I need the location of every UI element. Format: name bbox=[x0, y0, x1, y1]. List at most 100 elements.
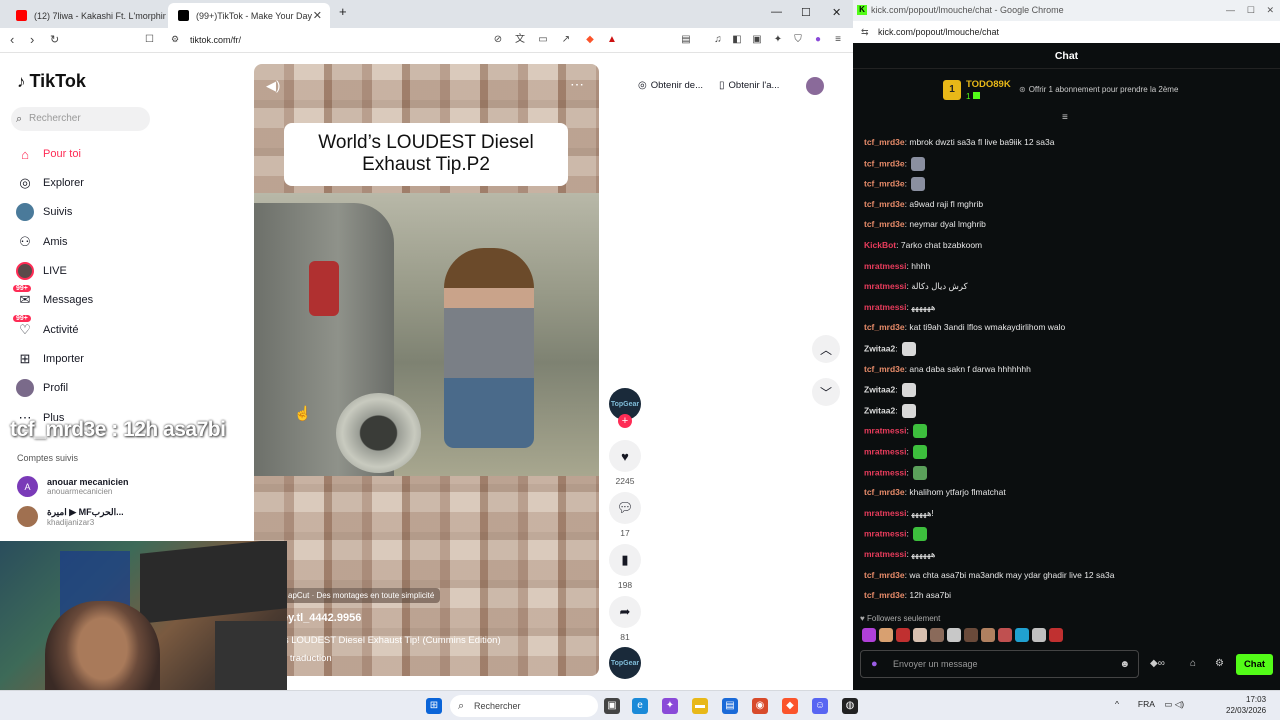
video-player[interactable]: ◀) ⋯ World’s LOUDEST Diesel Exhaust Tip.… bbox=[254, 64, 599, 676]
emote-icon[interactable] bbox=[981, 628, 995, 642]
screen-icon[interactable]: ▭ bbox=[537, 34, 549, 46]
store-icon[interactable]: ▤ bbox=[722, 698, 738, 714]
vpn-icon[interactable]: ⛉ bbox=[792, 34, 804, 46]
nav-amis[interactable]: ⚇ Amis bbox=[16, 232, 67, 252]
task-view-icon[interactable]: ▣ bbox=[604, 698, 620, 714]
chat-username[interactable]: mratmessi bbox=[864, 549, 907, 559]
user-avatar[interactable] bbox=[806, 77, 824, 95]
chat-username[interactable]: tcf_mrd3e bbox=[864, 364, 905, 374]
share-icon[interactable]: ↗ bbox=[560, 34, 572, 46]
video-author[interactable]: ey.tl_4442.9956 bbox=[282, 612, 361, 624]
file-explorer-icon[interactable]: ▬ bbox=[692, 698, 708, 714]
back-icon[interactable]: ‹ bbox=[10, 32, 14, 47]
nav-suivis[interactable]: Suivis bbox=[16, 202, 72, 222]
emote-icon[interactable] bbox=[879, 628, 893, 642]
chat-username[interactable]: tcf_mrd3e bbox=[864, 570, 905, 580]
close-window-button[interactable]: ✕ bbox=[832, 6, 841, 19]
message-input[interactable]: ● Envoyer un message ☻ bbox=[860, 650, 1139, 678]
network-icon[interactable]: ▭ bbox=[1164, 699, 1172, 709]
translation-link[interactable]: n traduction bbox=[282, 653, 332, 664]
save-button[interactable]: ▮ 198 bbox=[609, 544, 641, 590]
menu-icon[interactable]: ≡ bbox=[832, 34, 844, 46]
profile-avatar-icon[interactable]: ● bbox=[812, 34, 824, 46]
brave-rewards-icon[interactable]: ▲ bbox=[606, 34, 618, 46]
nav-explorer[interactable]: ◎ Explorer bbox=[16, 173, 84, 193]
chat-username[interactable]: Zwitaa2 bbox=[864, 343, 895, 353]
site-info-icon[interactable]: ⚙ bbox=[171, 34, 179, 45]
translate-icon[interactable]: 文 bbox=[514, 34, 526, 46]
media-icon[interactable]: ♫ bbox=[712, 34, 724, 46]
chat-username[interactable]: mratmessi bbox=[864, 261, 907, 271]
obs-icon[interactable]: ◍ bbox=[842, 698, 858, 714]
chat-username[interactable]: mratmessi bbox=[864, 426, 907, 436]
nav-profil[interactable]: Profil bbox=[16, 378, 68, 398]
emoji-icon[interactable]: ☻ bbox=[1119, 651, 1130, 678]
chrome-icon[interactable]: ◉ bbox=[752, 698, 768, 714]
copilot-icon[interactable]: ✦ bbox=[662, 698, 678, 714]
follow-plus-icon[interactable]: + bbox=[618, 414, 632, 428]
language-indicator[interactable]: FRA bbox=[1138, 699, 1155, 709]
new-tab-button[interactable]: + bbox=[339, 4, 347, 19]
chat-username[interactable]: mratmessi bbox=[864, 529, 907, 539]
tab-youtube[interactable]: (12) 7liwa - Kakashi Ft. L'morphine - bbox=[6, 3, 166, 28]
tiktok-logo[interactable]: ♪ TikTok bbox=[17, 71, 86, 92]
more-options-icon[interactable]: ⋯ bbox=[570, 76, 585, 93]
nav-activite[interactable]: ♡ 99+ Activité bbox=[13, 315, 78, 340]
minimize-button[interactable]: — bbox=[771, 6, 782, 18]
chat-username[interactable]: mratmessi bbox=[864, 302, 907, 312]
reload-icon[interactable]: ↻ bbox=[50, 33, 59, 46]
volume-icon[interactable]: ◀) bbox=[266, 78, 280, 94]
like-button[interactable]: ♥ 2245 bbox=[609, 440, 641, 486]
chat-username[interactable]: mratmessi bbox=[864, 467, 907, 477]
chat-username[interactable]: KickBot bbox=[864, 240, 896, 250]
chat-username[interactable]: tcf_mrd3e bbox=[864, 199, 905, 209]
emote-icon[interactable] bbox=[896, 628, 910, 642]
chat-username[interactable]: tcf_mrd3e bbox=[864, 158, 905, 168]
store-icon[interactable]: ⌂ bbox=[1190, 658, 1196, 669]
chat-username[interactable]: Zwitaa2 bbox=[864, 384, 895, 394]
followed-account[interactable]: اميرة ▶ MFالحرب... khadijanizar3 bbox=[17, 506, 124, 527]
chat-username[interactable]: tcf_mrd3e bbox=[864, 178, 905, 188]
emote-bar[interactable] bbox=[862, 628, 1063, 644]
pinned-gift-banner[interactable]: 1 TODO89K 1 ⊛ Offrir 1 abonnement pour pr… bbox=[853, 70, 1280, 123]
maximize-button[interactable]: ☐ bbox=[1247, 0, 1255, 21]
chat-username[interactable]: mratmessi bbox=[864, 446, 907, 456]
emote-icon[interactable] bbox=[913, 628, 927, 642]
nav-messages[interactable]: ✉ 99+ Messages bbox=[13, 285, 93, 310]
chat-username[interactable]: mratmessi bbox=[864, 281, 907, 291]
tab-tiktok[interactable]: (99+)TikTok - Make Your Day ✕ bbox=[168, 3, 330, 28]
start-icon[interactable]: ⊞ bbox=[426, 698, 442, 714]
forward-icon[interactable]: › bbox=[30, 32, 34, 47]
close-window-button[interactable]: ✕ bbox=[1266, 0, 1274, 21]
maximize-button[interactable]: ☐ bbox=[801, 6, 811, 19]
chat-url-bar[interactable]: ⇆ kick.com/popout/lmouche/chat bbox=[853, 21, 1280, 43]
send-chat-button[interactable]: Chat bbox=[1236, 654, 1273, 675]
bookmark-icon[interactable]: ☐ bbox=[145, 34, 154, 45]
comment-button[interactable]: 💬︎ 17 bbox=[609, 492, 641, 538]
chat-username[interactable]: mratmessi bbox=[864, 508, 907, 518]
system-tray[interactable]: ^ FRA ▭ ◁) bbox=[1115, 699, 1184, 710]
chat-username[interactable]: tcf_mrd3e bbox=[864, 322, 905, 332]
sidebar-icon[interactable]: ◧ bbox=[731, 34, 743, 46]
discord-icon[interactable]: ☺ bbox=[812, 698, 828, 714]
chat-username[interactable]: tcf_mrd3e bbox=[864, 219, 905, 229]
share-button[interactable]: ➦ 81 bbox=[609, 596, 641, 642]
volume-icon[interactable]: ◁) bbox=[1175, 699, 1184, 709]
sidebar-toggle-icon[interactable]: ▤ bbox=[680, 34, 692, 46]
nav-importer[interactable]: ⊞ Importer bbox=[16, 349, 84, 369]
emote-icon[interactable] bbox=[1032, 628, 1046, 642]
emote-icon[interactable] bbox=[998, 628, 1012, 642]
get-coins-button[interactable]: ◎ Obtenir de... bbox=[638, 77, 703, 94]
brave-shield-icon[interactable]: ◆ bbox=[584, 34, 596, 46]
chat-username[interactable]: tcf_mrd3e bbox=[864, 137, 905, 147]
previous-video-button[interactable]: ︿ bbox=[812, 335, 840, 363]
emote-icon[interactable] bbox=[964, 628, 978, 642]
emote-icon[interactable] bbox=[1015, 628, 1029, 642]
get-app-button[interactable]: ▯ Obtenir l'a... bbox=[719, 77, 779, 94]
edge-icon[interactable]: e bbox=[632, 698, 648, 714]
expand-icon[interactable]: ≡ bbox=[1062, 112, 1068, 123]
capcut-tag[interactable]: apCut · Des montages en toute simplicité bbox=[282, 588, 441, 603]
nav-pour-toi[interactable]: ⌂ Pour toi bbox=[16, 144, 81, 164]
search-input[interactable]: ⌕ Rechercher bbox=[11, 107, 150, 131]
sound-avatar[interactable]: TopGear bbox=[609, 647, 641, 679]
